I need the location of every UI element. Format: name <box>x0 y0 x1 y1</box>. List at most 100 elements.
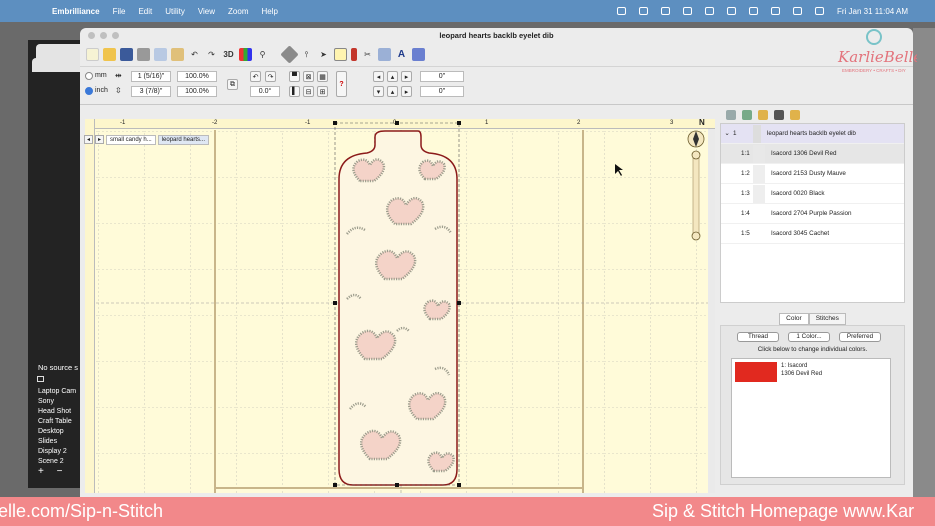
x-position-field[interactable]: 0" <box>420 71 464 82</box>
paste-icon[interactable] <box>171 48 184 61</box>
move-bottom-icon[interactable]: ▸ <box>401 86 412 97</box>
move-up-icon[interactable]: ▴ <box>387 71 398 82</box>
align-left-icon[interactable]: ▌ <box>289 86 300 97</box>
source-item[interactable]: Craft Table <box>38 417 76 427</box>
new-file-icon[interactable] <box>86 48 99 61</box>
source-add-remove[interactable]: + − <box>38 466 67 477</box>
help-icon[interactable]: ? <box>336 71 347 97</box>
record-icon[interactable] <box>749 7 758 15</box>
cloud-icon[interactable] <box>617 7 626 15</box>
delete-icon[interactable] <box>774 110 784 120</box>
design-canvas[interactable]: IN -1 -2 -1 0 1 2 3 <box>85 119 715 493</box>
source-item[interactable]: Slides <box>38 437 76 447</box>
tab-prev-icon[interactable]: ◂ <box>84 135 93 144</box>
thread-button[interactable]: Thread <box>737 332 779 342</box>
close-button[interactable] <box>88 32 95 39</box>
rotation-field[interactable]: 0.0° <box>250 86 280 97</box>
menu-file[interactable]: File <box>113 7 126 16</box>
control-center-icon[interactable] <box>815 7 824 15</box>
print-icon[interactable] <box>137 48 150 61</box>
move-center-icon[interactable]: ▴ <box>387 86 398 97</box>
object-icon[interactable] <box>334 48 347 61</box>
grid-icon[interactable] <box>378 48 391 61</box>
menu-utility[interactable]: Utility <box>165 7 185 16</box>
window-controls <box>88 32 119 39</box>
color-row[interactable]: 1:3 Isacord 0020 Black <box>721 184 904 204</box>
save-icon[interactable] <box>120 48 133 61</box>
merge-icon[interactable] <box>742 110 752 120</box>
width-field[interactable]: 1 (5/16)" <box>131 71 171 82</box>
tab-small-candy[interactable]: small candy h... <box>106 134 156 145</box>
ruler-icon[interactable] <box>280 45 299 64</box>
one-color-button[interactable]: 1 Color... <box>788 332 830 342</box>
search-icon[interactable] <box>793 7 802 15</box>
moon-icon[interactable] <box>727 7 736 15</box>
color-row[interactable]: 1:1 Isacord 1306 Devil Red <box>721 144 904 164</box>
expand-chevron-icon[interactable]: ⌄ <box>721 130 733 137</box>
undo-icon[interactable]: ↶ <box>188 48 201 61</box>
unlock-icon[interactable] <box>790 110 800 120</box>
volume-icon[interactable] <box>683 7 692 15</box>
tab-next-icon[interactable]: ▸ <box>95 135 104 144</box>
monogram-icon[interactable] <box>412 48 425 61</box>
wifi-icon[interactable] <box>771 7 780 15</box>
3d-view-icon[interactable]: 3D <box>222 48 235 61</box>
lock-aspect-icon[interactable]: ⧉ <box>227 79 238 90</box>
menu-edit[interactable]: Edit <box>138 7 152 16</box>
source-item[interactable]: Laptop Cam <box>38 387 76 397</box>
zoom-button[interactable] <box>112 32 119 39</box>
needle-icon[interactable] <box>351 48 357 61</box>
color-row[interactable]: 1:5 Isacord 3045 Cachet <box>721 224 904 244</box>
select-arrow-icon[interactable]: ➤ <box>317 48 330 61</box>
width-percent-field[interactable]: 100.0% <box>177 71 217 82</box>
selected-color-swatch[interactable] <box>735 362 777 382</box>
lettering-icon[interactable]: A <box>395 48 408 61</box>
selected-color-label[interactable]: 1: Isacord 1306 Devil Red <box>781 362 822 378</box>
tab-leopard-hearts[interactable]: leopard hearts... <box>157 134 210 145</box>
sync-icon[interactable] <box>639 7 648 15</box>
tab-stitches[interactable]: Stitches <box>808 313 846 325</box>
app-menu[interactable]: Embrilliance <box>52 7 100 16</box>
color-row[interactable]: 1:2 Isacord 2153 Dusty Mauve <box>721 164 904 184</box>
tab-color[interactable]: Color <box>779 313 809 325</box>
move-right-icon[interactable]: ▸ <box>401 71 412 82</box>
menu-view[interactable]: View <box>198 7 215 16</box>
dropbox-icon[interactable] <box>661 7 670 15</box>
menubar-clock[interactable]: Fri Jan 31 11:04 AM <box>837 7 908 16</box>
hoop-icon[interactable]: ⫯ <box>300 48 313 61</box>
inch-radio[interactable] <box>85 87 93 95</box>
y-position-field[interactable]: 0" <box>420 86 464 97</box>
menu-zoom[interactable]: Zoom <box>228 7 248 16</box>
align-top-icon[interactable]: ▀ <box>289 71 300 82</box>
preferred-button[interactable]: Preferred <box>839 332 881 342</box>
rotate-right-icon[interactable]: ↷ <box>265 71 276 82</box>
lock-icon[interactable] <box>758 110 768 120</box>
center-icon[interactable]: ⊠ <box>303 71 314 82</box>
copy-icon[interactable] <box>154 48 167 61</box>
color-row[interactable]: 1:4 Isacord 2704 Purple Passion <box>721 204 904 224</box>
rotate-left-icon[interactable]: ↶ <box>250 71 261 82</box>
mm-radio[interactable] <box>85 72 93 80</box>
distribute-icon[interactable]: ▦ <box>317 71 328 82</box>
move-down-icon[interactable]: ▾ <box>373 86 384 97</box>
sort-icon[interactable] <box>726 110 736 120</box>
magnifier-icon[interactable]: ⚲ <box>256 48 269 61</box>
height-field[interactable]: 3 (7/8)" <box>131 86 171 97</box>
minimize-button[interactable] <box>100 32 107 39</box>
source-item[interactable]: Sony <box>38 397 76 407</box>
design-root-row[interactable]: ⌄ 1 leopard hearts backlb eyelet dib <box>721 124 904 144</box>
display-icon[interactable] <box>705 7 714 15</box>
height-percent-field[interactable]: 100.0% <box>177 86 217 97</box>
open-folder-icon[interactable] <box>103 48 116 61</box>
source-item[interactable]: Desktop <box>38 427 76 437</box>
move-left-icon[interactable]: ◂ <box>373 71 384 82</box>
applique-icon[interactable]: ✂ <box>361 48 374 61</box>
source-item[interactable]: Head Shot <box>38 407 76 417</box>
stitch-chart-icon[interactable] <box>239 48 252 61</box>
redo-icon[interactable]: ↷ <box>205 48 218 61</box>
group-icon[interactable]: ⊟ <box>303 86 314 97</box>
canvas-scrollbar[interactable] <box>708 129 715 493</box>
ungroup-icon[interactable]: ⊞ <box>317 86 328 97</box>
source-item[interactable]: Display 2 <box>38 447 76 457</box>
menu-help[interactable]: Help <box>261 7 277 16</box>
